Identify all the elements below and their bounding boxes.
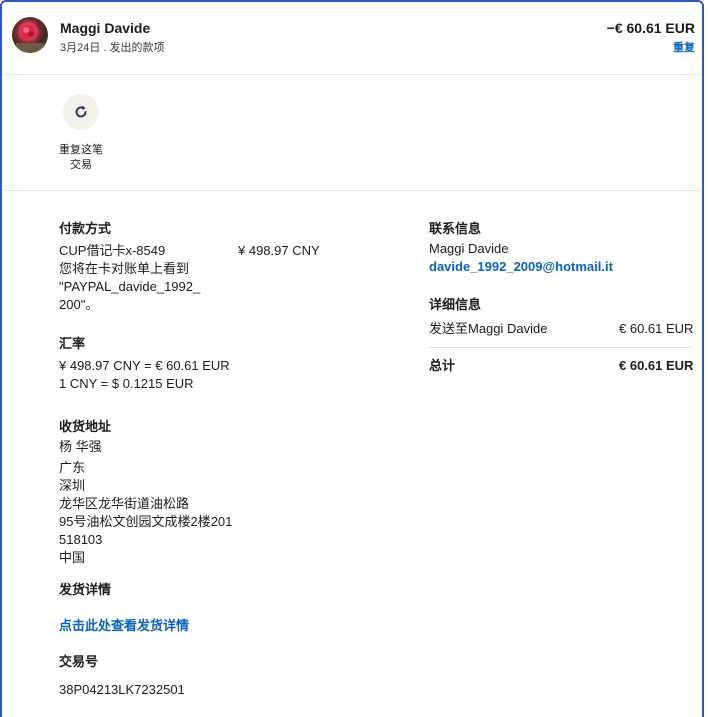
sent-to-label: 发送至Maggi Davide (429, 321, 548, 336)
repeat-link[interactable]: 重复 (673, 39, 695, 55)
sent-amount: € 60.61 EUR (619, 321, 694, 336)
exchange-rate-title: 汇率 (59, 336, 86, 351)
contact-info-title: 联系信息 (429, 221, 482, 236)
address-street: 95号油松文创园文成楼2楼201 (59, 514, 233, 529)
exchange-rate-line2: 1 CNY = $ 0.1215 EUR (59, 376, 194, 391)
shipping-address-title: 收货地址 (59, 419, 112, 434)
total-label: 总计 (429, 358, 456, 373)
payment-card-amount: ¥ 498.97 CNY (238, 243, 320, 258)
address-country: 中国 (59, 550, 86, 565)
exchange-rate-line1: ¥ 498.97 CNY = € 60.61 EUR (59, 358, 230, 373)
recipient-name: 杨 华强 (59, 439, 102, 454)
counterparty-name: Maggi Davide (60, 20, 151, 36)
quick-actions: 重复这笔 交易 (2, 75, 702, 191)
statement-note-line1: 您将在卡对账单上看到 (59, 261, 190, 276)
transaction-date-type: 3月24日 . 发出的款项 (60, 42, 165, 54)
view-shipping-details-link[interactable]: 点击此处查看发货详情 (59, 615, 189, 634)
payment-card: CUP借记卡x-8549 (59, 243, 166, 258)
transaction-id-title: 交易号 (59, 654, 99, 669)
contact-email-link[interactable]: davide_1992_2009@hotmail.it (429, 259, 613, 274)
transaction-header: Maggi Davide 3月24日 . 发出的款项 −€ 60.61 EUR … (2, 2, 702, 75)
avatar (12, 17, 48, 53)
transaction-detail-panel: Maggi Davide 3月24日 . 发出的款项 −€ 60.61 EUR … (0, 0, 704, 717)
address-district: 龙华区龙华街道油松路 (59, 496, 190, 511)
details-title: 详细信息 (429, 297, 482, 312)
repeat-transaction-button[interactable] (63, 94, 99, 130)
address-postcode: 518103 (59, 532, 103, 547)
shipping-details-title: 发货详情 (59, 582, 112, 597)
total-amount: € 60.61 EUR (619, 358, 694, 373)
contact-name: Maggi Davide (429, 241, 509, 256)
refresh-icon (75, 105, 87, 118)
transaction-id: 38P04213LK7232501 (59, 682, 185, 697)
address-city: 深圳 (59, 478, 86, 493)
repeat-transaction-label: 重复这笔 交易 (59, 144, 103, 171)
payment-method-title: 付款方式 (59, 221, 112, 236)
statement-note-line2: "PAYPAL_davide_1992_ (59, 279, 201, 294)
transaction-amount: −€ 60.61 EUR (606, 20, 695, 36)
statement-note-line3: 200"。 (59, 297, 99, 312)
address-province: 广东 (59, 460, 86, 475)
details-divider (429, 347, 693, 348)
